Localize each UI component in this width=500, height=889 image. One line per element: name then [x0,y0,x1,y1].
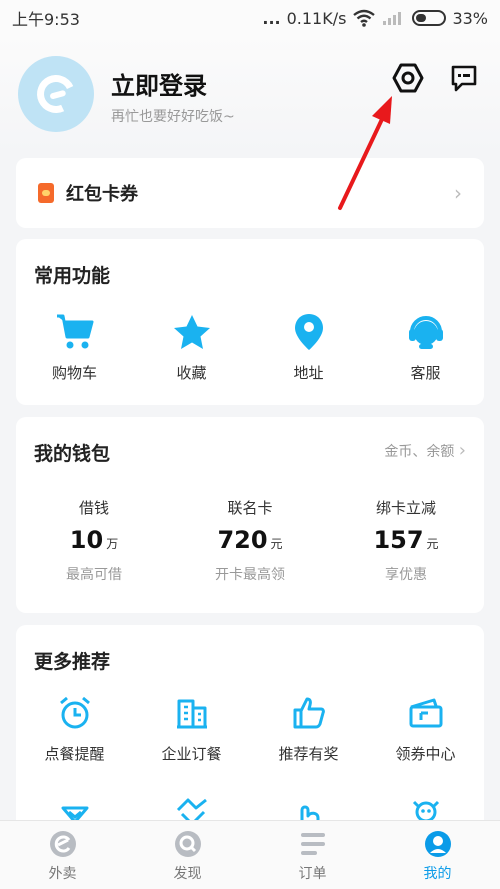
nav-label: 发现 [173,866,202,882]
nav-label: 外卖 [48,866,77,882]
rec-referral-reward[interactable]: 推荐有奖 [250,693,367,764]
wallet-label: 绑卡立减 [375,499,436,517]
cart-icon [56,314,93,349]
wallet-bind-card[interactable]: 绑卡立减 157 元 享优惠 [328,497,484,584]
wallet-number: 720 [217,526,268,554]
wallet-number: 10 [69,526,104,554]
rec-label: 企业订餐 [161,745,222,763]
wallet-balance-link[interactable]: 金币、余额 › [384,440,466,461]
section-title: 更多推荐 [34,651,111,673]
function-label: 地址 [293,364,324,382]
section-title: 我的钱包 [34,443,111,465]
wallet-value: 157 元 [373,526,438,554]
nav-tab-mine[interactable]: 我的 [375,821,500,889]
chevron-right-icon: › [454,181,462,205]
login-subtitle: 再忙也要好好吃饭~ [111,109,235,125]
common-functions-card: 常用功能 购物车 收藏 地址 客服 [16,239,484,405]
message-button[interactable] [446,60,482,96]
wallet-card: 我的钱包 金币、余额 › 借钱 10 万 最高可借 联名卡 720 元 开卡最高领 … [16,417,484,613]
nav-label: 我的 [423,866,452,882]
star-icon [173,315,210,349]
wifi-icon [353,9,376,27]
battery-percent: 33% [452,8,488,28]
settings-button[interactable] [390,60,426,96]
wallet-row: 借钱 10 万 最高可借 联名卡 720 元 开卡最高领 绑卡立减 157 元 享优惠 [16,497,484,584]
status-right: ... 0.11K/s 33% [262,9,488,28]
thumbs-up-icon [293,697,325,729]
wallet-note: 开卡最高领 [215,567,285,583]
rec-coupon-center[interactable]: 领券中心 [367,693,484,764]
location-pin-icon [294,314,323,350]
status-dots: ... [262,8,281,28]
rec-label: 推荐有奖 [278,745,339,763]
section-title: 常用功能 [34,265,111,287]
headset-icon [408,316,443,349]
wallet-unit: 元 [270,537,283,551]
profile-header: 立即登录 再忙也要好好吃饭~ [0,36,500,154]
wallet-note: 最高可借 [66,567,122,583]
function-favorites[interactable]: 收藏 [133,312,250,383]
eleme-tab-icon [49,831,76,857]
rec-enterprise-order[interactable]: 企业订餐 [133,693,250,764]
wallet-unit: 元 [426,537,439,551]
profile-tab-icon [424,831,451,857]
settings-hexagon-icon [392,63,424,93]
wallet-number: 157 [373,526,424,554]
eleme-logo-icon [31,69,81,119]
network-speed: 0.11K/s [286,8,347,28]
signal-icon [383,12,402,25]
coupon-icon [409,698,442,728]
message-icon [451,65,477,92]
wallet-cobrand-card[interactable]: 联名卡 720 元 开卡最高领 [172,497,328,584]
function-label: 收藏 [176,364,207,382]
red-packet-row[interactable]: 红包卡券 › [16,158,484,228]
nav-tab-discover[interactable]: 发现 [125,821,250,889]
wallet-value: 10 万 [70,526,118,554]
building-icon [176,699,207,729]
alarm-clock-icon [59,696,90,729]
rec-label: 点餐提醒 [44,745,105,763]
wallet-label: 借钱 [78,499,109,517]
wallet-link-label: 金币、余额 [384,444,455,460]
battery-icon [412,10,447,26]
login-title[interactable]: 立即登录 [111,66,207,101]
recommendations-row: 点餐提醒 企业订餐 推荐有奖 领券中心 [16,693,484,764]
status-bar: 上午9:53 ... 0.11K/s 33% [0,0,500,36]
wallet-borrow[interactable]: 借钱 10 万 最高可借 [16,497,172,584]
function-label: 客服 [410,364,441,382]
nav-tab-takeaway[interactable]: 外卖 [0,821,125,889]
avatar[interactable] [18,56,94,132]
wallet-unit: 万 [106,537,119,551]
discover-icon [174,831,201,857]
function-label: 购物车 [51,364,97,382]
function-service[interactable]: 客服 [367,312,484,383]
common-functions-row: 购物车 收藏 地址 客服 [16,312,484,383]
wallet-label: 联名卡 [227,499,273,517]
orders-icon [300,833,325,855]
rec-label: 领券中心 [395,745,456,763]
rec-order-reminder[interactable]: 点餐提醒 [16,693,133,764]
function-address[interactable]: 地址 [250,312,367,383]
status-time: 上午9:53 [12,10,80,29]
bottom-navigation: 外卖 发现 订单 我的 [0,820,500,889]
wallet-value: 720 元 [217,526,282,554]
red-packet-label: 红包卡券 [66,184,138,205]
nav-label: 订单 [298,866,327,882]
wallet-note: 享优惠 [385,567,427,583]
red-packet-icon [38,183,54,203]
chevron-right-icon: › [458,440,466,461]
function-cart[interactable]: 购物车 [16,312,133,383]
nav-tab-orders[interactable]: 订单 [250,821,375,889]
